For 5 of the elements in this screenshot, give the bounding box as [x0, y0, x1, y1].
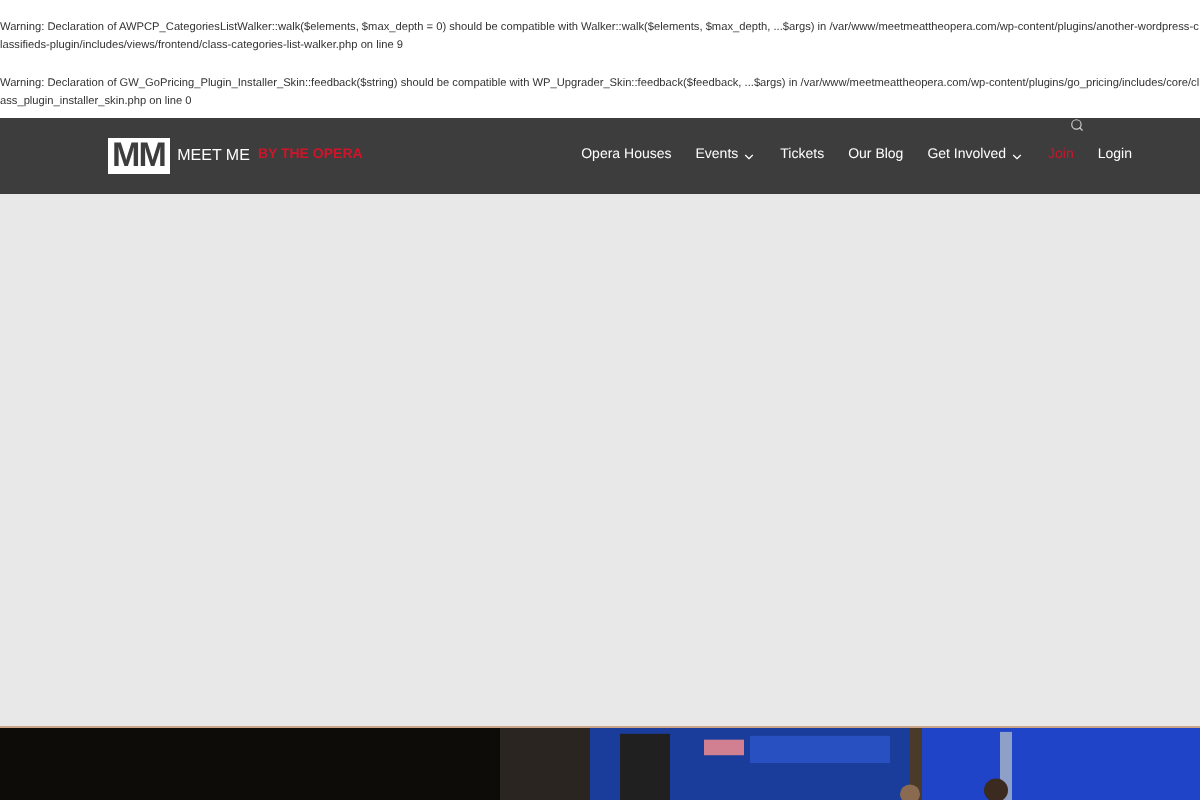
chevron-down-icon: [1010, 149, 1025, 163]
chevron-down-icon: [742, 149, 757, 163]
logo-text: MEET ME: [177, 144, 250, 168]
logo-mark[interactable]: MM: [108, 138, 170, 174]
search-icon[interactable]: [1070, 118, 1084, 132]
